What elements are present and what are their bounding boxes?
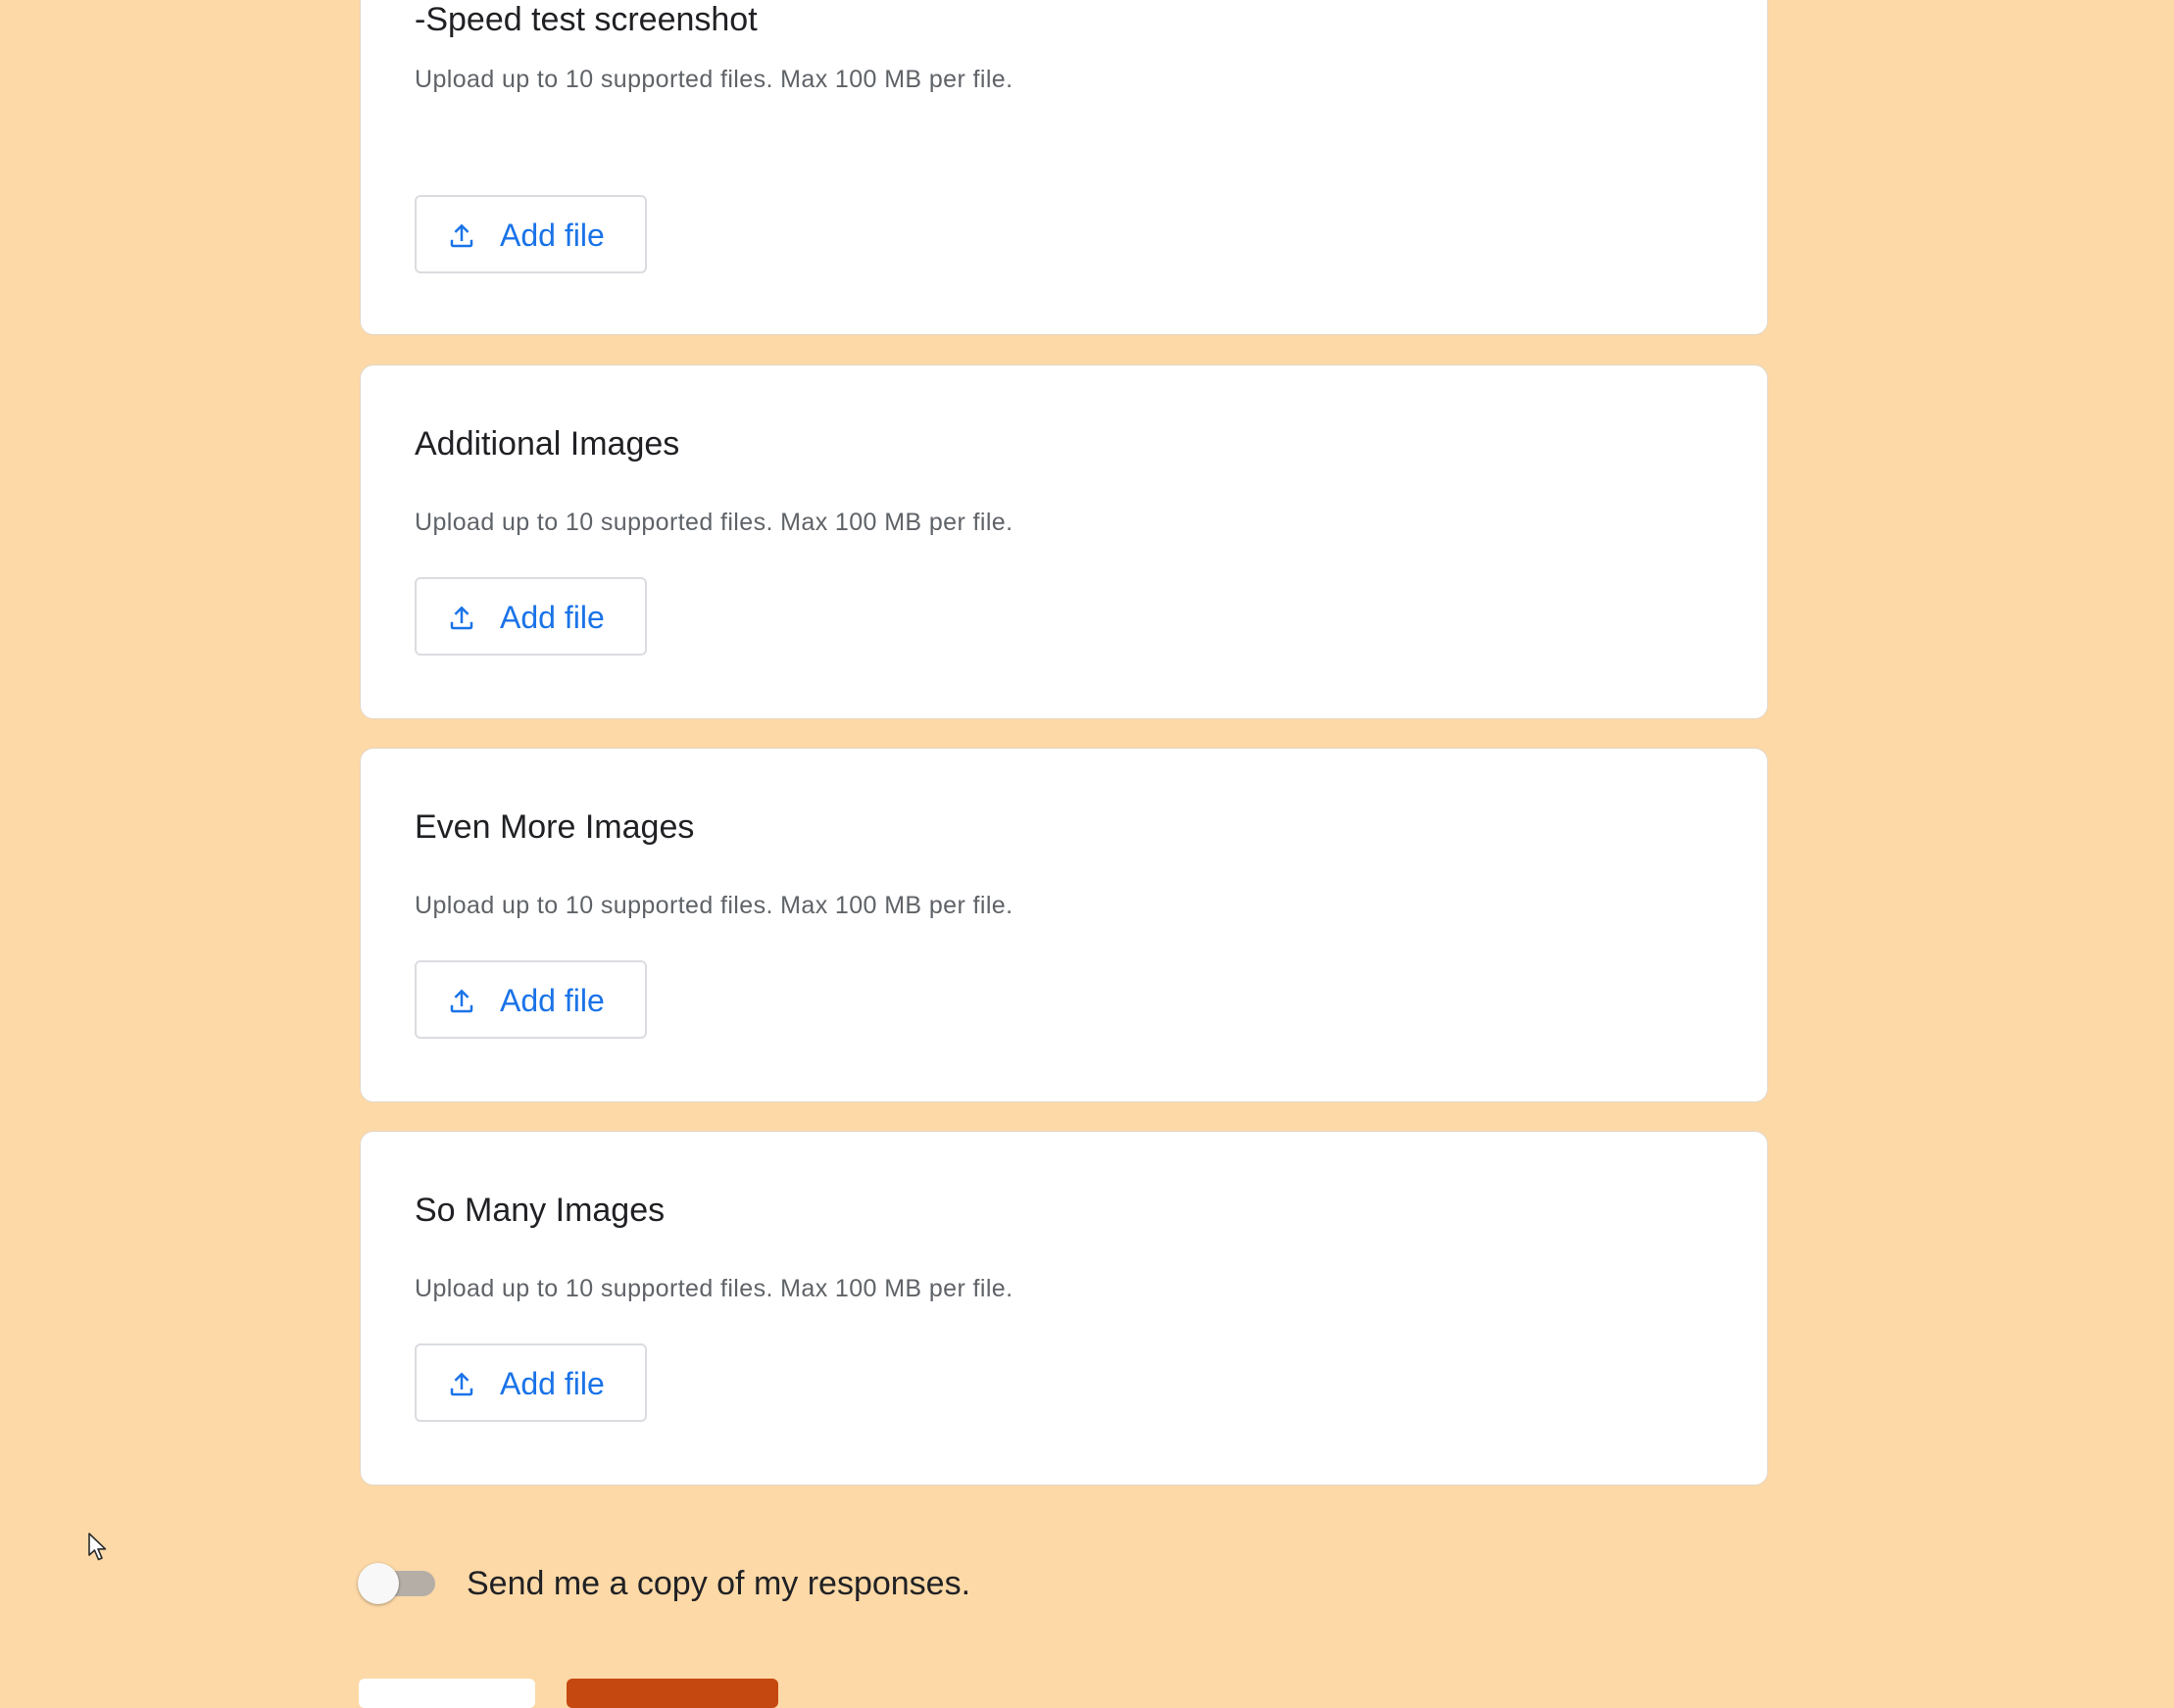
question-title: -Speed test screenshot: [415, 1, 758, 38]
upload-hint: Upload up to 10 supported files. Max 100…: [415, 66, 1013, 93]
upload-hint: Upload up to 10 supported files. Max 100…: [415, 1275, 1013, 1302]
mouse-pointer-icon: [88, 1533, 107, 1561]
question-card-additional-images: Additional Images Upload up to 10 suppor…: [360, 365, 1768, 719]
add-file-label: Add file: [500, 1366, 605, 1401]
question-title: Additional Images: [415, 425, 680, 463]
send-copy-toggle[interactable]: [357, 1562, 439, 1605]
add-file-label: Add file: [500, 983, 605, 1018]
submit-button[interactable]: [567, 1679, 778, 1708]
question-card-speed-test: -Speed test screenshot Upload up to 10 s…: [360, 0, 1768, 335]
send-copy-label: Send me a copy of my responses.: [467, 1565, 971, 1602]
question-title: So Many Images: [415, 1192, 666, 1229]
toggle-knob: [358, 1563, 399, 1604]
back-button[interactable]: [359, 1679, 535, 1708]
add-file-button[interactable]: Add file: [415, 960, 647, 1039]
upload-icon: [450, 1372, 473, 1396]
question-card-so-many-images: So Many Images Upload up to 10 supported…: [360, 1131, 1768, 1486]
add-file-label: Add file: [500, 218, 605, 253]
upload-hint: Upload up to 10 supported files. Max 100…: [415, 509, 1013, 536]
upload-hint: Upload up to 10 supported files. Max 100…: [415, 892, 1013, 919]
add-file-label: Add file: [500, 600, 605, 635]
add-file-button[interactable]: Add file: [415, 1343, 647, 1422]
upload-icon: [450, 606, 473, 630]
add-file-button[interactable]: Add file: [415, 195, 647, 273]
upload-icon: [450, 223, 473, 248]
upload-icon: [450, 989, 473, 1013]
question-card-even-more-images: Even More Images Upload up to 10 support…: [360, 748, 1768, 1102]
question-title: Even More Images: [415, 808, 695, 846]
add-file-button[interactable]: Add file: [415, 577, 647, 656]
